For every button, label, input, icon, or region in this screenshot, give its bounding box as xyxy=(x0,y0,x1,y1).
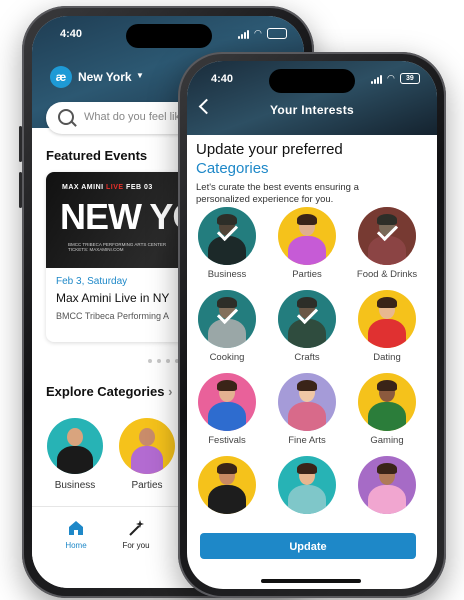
city-selector[interactable]: New York xyxy=(78,70,132,84)
category-item[interactable]: Food & Drinks xyxy=(349,207,425,280)
category-avatar xyxy=(358,456,416,514)
featured-events-title: Featured Events xyxy=(46,148,148,163)
business-avatar xyxy=(47,418,103,474)
category-avatar xyxy=(198,207,256,265)
signal-icon xyxy=(371,74,382,84)
category-label: Food & Drinks xyxy=(356,269,418,280)
category-item[interactable] xyxy=(269,456,345,518)
explore-categories-title[interactable]: Explore Categories › xyxy=(46,384,172,399)
category-avatar xyxy=(358,373,416,431)
parties-avatar xyxy=(119,418,175,474)
nav-for-you-label: For you xyxy=(122,541,150,550)
category-item[interactable]: Festivals xyxy=(189,373,265,446)
category-label: Business xyxy=(54,480,96,491)
dynamic-island xyxy=(126,24,212,48)
status-icons: ◠ xyxy=(238,28,287,39)
category-avatar xyxy=(278,207,336,265)
category-label: Parties xyxy=(292,269,322,280)
poster-date: FEB 03 xyxy=(126,184,153,191)
search-placeholder: What do you feel like xyxy=(84,111,187,123)
nav-home-label: Home xyxy=(65,541,87,550)
wifi-icon: ◠ xyxy=(254,28,262,38)
category-label: Dating xyxy=(373,352,401,363)
search-icon xyxy=(58,109,74,125)
category-label: Festivals xyxy=(208,435,246,446)
category-item[interactable]: Crafts xyxy=(269,290,345,363)
poster-header: MAX AMINI LIVE FEB 03 xyxy=(62,184,153,191)
volume-button xyxy=(19,126,22,162)
category-item[interactable]: Dating xyxy=(349,290,425,363)
battery-icon: 39 xyxy=(399,73,420,84)
home-icon xyxy=(46,519,106,537)
category-item[interactable]: Business xyxy=(189,207,265,280)
category-item[interactable] xyxy=(349,456,425,518)
battery-icon xyxy=(266,28,287,39)
update-button[interactable]: Update xyxy=(200,533,416,559)
category-avatar xyxy=(278,373,336,431)
status-icons: ◠ 39 xyxy=(371,73,420,84)
nav-home[interactable]: Home xyxy=(46,519,106,550)
status-time: 4:40 xyxy=(60,28,83,40)
poster-venue: BMCC TRIBECA PERFORMING ARTS CENTER TICK… xyxy=(68,242,166,252)
event-venue: BMCC Tribeca Performing A xyxy=(56,311,170,321)
category-item[interactable]: Fine Arts xyxy=(269,373,345,446)
carousel-dot[interactable] xyxy=(166,359,170,363)
nav-for-you[interactable]: For you xyxy=(106,519,166,550)
category-item[interactable] xyxy=(189,456,265,518)
category-avatar xyxy=(198,456,256,514)
category-item[interactable]: Gaming xyxy=(349,373,425,446)
category-avatar xyxy=(278,290,336,348)
category-label: Cooking xyxy=(209,352,245,363)
update-heading: Update your preferred xyxy=(196,141,343,158)
home-indicator xyxy=(261,579,361,583)
app-logo-icon: æ xyxy=(50,66,72,88)
description-text: Let's curate the best events ensuring a … xyxy=(196,182,359,205)
category-avatar xyxy=(198,373,256,431)
category-label: Crafts xyxy=(294,352,320,363)
chevron-right-icon: › xyxy=(168,384,173,399)
volume-button xyxy=(19,172,22,208)
wifi-icon: ◠ xyxy=(387,73,395,83)
category-label: Gaming xyxy=(370,435,404,446)
category-parties[interactable]: Parties xyxy=(118,418,176,491)
poster-tickets-line: TICKETS: MAXAMINI.COM xyxy=(68,247,124,252)
category-label: Business xyxy=(207,269,247,280)
poster-live: LIVE xyxy=(106,184,124,191)
category-item[interactable]: Cooking xyxy=(189,290,265,363)
chevron-down-icon[interactable]: ▼ xyxy=(136,71,144,80)
poster-artist: MAX AMINI xyxy=(62,184,104,191)
dynamic-island xyxy=(269,69,355,93)
category-item[interactable]: Parties xyxy=(269,207,345,280)
status-time: 4:40 xyxy=(211,73,234,85)
front-phone-frame: 4:40 ◠ 39 Your Interests Update your pre… xyxy=(178,52,446,598)
category-label: Parties xyxy=(131,480,163,491)
explore-title-text: Explore Categories xyxy=(46,384,165,399)
carousel-dot[interactable] xyxy=(157,359,161,363)
category-avatar xyxy=(358,207,416,265)
category-avatar xyxy=(198,290,256,348)
interests-screen: 4:40 ◠ 39 Your Interests Update your pre… xyxy=(187,61,437,589)
carousel-dot[interactable] xyxy=(148,359,152,363)
category-avatar xyxy=(278,456,336,514)
signal-icon xyxy=(238,29,249,39)
categories-heading: Categories xyxy=(196,160,269,177)
event-name: Max Amini Live in NY xyxy=(56,291,170,305)
page-title: Your Interests xyxy=(270,103,354,117)
category-business[interactable]: Business xyxy=(46,418,104,491)
category-avatar xyxy=(358,290,416,348)
event-date: Feb 3, Saturday xyxy=(56,276,128,287)
category-label: Fine Arts xyxy=(288,435,326,446)
magic-wand-icon xyxy=(106,519,166,537)
